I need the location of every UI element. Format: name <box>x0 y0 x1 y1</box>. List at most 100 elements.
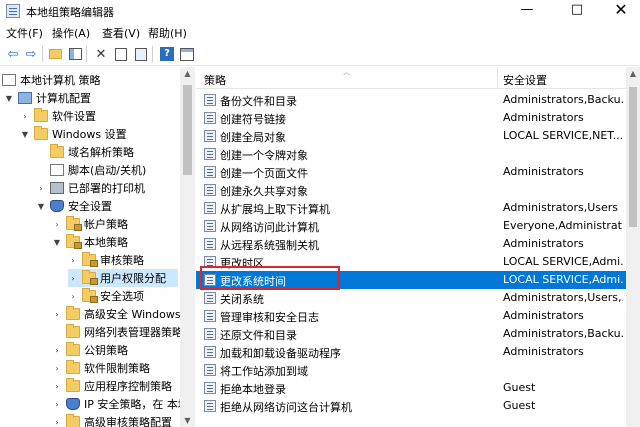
tree-item-name-resolution-policy[interactable]: 域名解析策略 <box>36 143 134 161</box>
tree-item-deployed-printers[interactable]: › 已部署的打印机 <box>36 179 145 197</box>
list-scrollbar[interactable]: ▲ <box>626 67 640 427</box>
policy-icon <box>2 74 16 86</box>
list-row[interactable]: 创建一个令牌对象 <box>196 145 626 163</box>
list-row[interactable]: 关闭系统 Administrators,Users,... <box>196 289 626 307</box>
tree-item-windows-settings[interactable]: ▼ Windows 设置 <box>20 125 127 143</box>
tree-scrollbar[interactable]: ▲ ▼ <box>180 67 195 427</box>
close-button[interactable]: ✕ <box>598 0 640 22</box>
tree-item-public-key-policies[interactable]: › 公钥策略 <box>52 341 128 359</box>
tree-item-user-rights-assignment[interactable]: › 用户权限分配 <box>68 269 178 287</box>
list-row[interactable]: 管理审核和安全日志 Administrators <box>196 307 626 325</box>
expand-arrow-icon[interactable]: › <box>52 346 62 355</box>
list-row[interactable]: 创建永久共享对象 <box>196 181 626 199</box>
list-header: ︿ 策略 安全设置 <box>196 67 626 89</box>
tree-item-security-options[interactable]: › 安全选项 <box>68 287 144 305</box>
list-row[interactable]: 将工作站添加到域 <box>196 361 626 379</box>
collapse-arrow-icon[interactable]: ▼ <box>36 202 46 211</box>
help-icon[interactable]: ? <box>158 45 176 63</box>
show-tree-icon[interactable] <box>66 45 84 63</box>
list-row[interactable]: 加载和卸载设备驱动程序 Administrators <box>196 343 626 361</box>
scroll-up-arrow-icon[interactable]: ▲ <box>626 69 640 78</box>
policy-item-icon <box>204 166 216 178</box>
expand-arrow-icon[interactable]: › <box>68 274 78 283</box>
expand-arrow-icon[interactable]: › <box>36 184 46 193</box>
expand-arrow-icon[interactable]: › <box>52 418 62 427</box>
tree-item-label: 计算机配置 <box>36 92 91 105</box>
tree-item-software-restriction[interactable]: › 软件限制策略 <box>52 359 150 377</box>
tree-item-local-policies[interactable]: ▼ 本地策略 <box>52 233 128 251</box>
list-row[interactable]: 创建符号链接 Administrators <box>196 109 626 127</box>
expand-arrow-icon[interactable]: › <box>20 112 30 121</box>
column-header-policy[interactable]: 策略 <box>204 72 226 88</box>
list-row[interactable]: 从扩展坞上取下计算机 Administrators,Users <box>196 199 626 217</box>
export-icon[interactable] <box>132 45 150 63</box>
forward-icon[interactable]: ⇨ <box>22 45 40 63</box>
back-icon[interactable]: ⇦ <box>4 45 22 63</box>
tree-item-app-control[interactable]: › 应用程序控制策略 <box>52 377 172 395</box>
tree-item-computer-config[interactable]: ▼ 计算机配置 <box>4 89 91 107</box>
policy-item-icon <box>204 148 216 160</box>
expand-arrow-icon[interactable]: › <box>52 310 62 319</box>
list-row[interactable]: 拒绝从网络访问这台计算机 Guest <box>196 397 626 415</box>
list-row[interactable]: 还原文件和目录 Administrators,Backu... <box>196 325 626 343</box>
scroll-down-arrow-icon[interactable]: ▼ <box>180 416 195 425</box>
folder-icon <box>66 414 80 427</box>
expand-arrow-icon[interactable]: › <box>68 292 78 301</box>
policy-name: 创建全局对象 <box>220 131 286 144</box>
list-row[interactable]: 创建全局对象 LOCAL SERVICE,NET... <box>196 127 626 145</box>
toolbar: ⇦ ⇨ ✕ ? <box>0 42 640 66</box>
policy-name: 创建永久共享对象 <box>220 185 308 198</box>
security-setting-value: LOCAL SERVICE,NET... <box>503 129 623 142</box>
tree-item-label: 网络列表管理器策略 <box>84 326 183 339</box>
minimize-button[interactable]: — <box>504 0 550 22</box>
scrollbar-thumb[interactable] <box>629 87 637 227</box>
tree-item-label: 公钥策略 <box>84 344 128 357</box>
sort-ascending-icon: ︿ <box>343 68 350 76</box>
list-row[interactable]: 创建一个页面文件 Administrators <box>196 163 626 181</box>
security-setting-value: Guest <box>503 381 536 394</box>
tree-item-software-settings[interactable]: › 软件设置 <box>20 107 96 125</box>
collapse-arrow-icon[interactable]: ▼ <box>4 94 14 103</box>
tree-item-network-list-manager[interactable]: 网络列表管理器策略 <box>52 323 183 341</box>
expand-arrow-icon[interactable]: › <box>52 220 62 229</box>
collapse-arrow-icon[interactable]: ▼ <box>20 130 30 139</box>
scrollbar-thumb[interactable] <box>183 85 192 175</box>
folder-icon <box>66 324 80 338</box>
tree-item-account-policies[interactable]: › 帐户策略 <box>52 215 128 233</box>
expand-arrow-icon[interactable]: › <box>68 256 78 265</box>
folder-icon <box>34 126 48 140</box>
up-folder-icon[interactable] <box>46 45 64 63</box>
list-row[interactable]: 拒绝本地登录 Guest <box>196 379 626 397</box>
tree-item-scripts[interactable]: 脚本(启动/关机) <box>36 161 146 179</box>
expand-arrow-icon[interactable]: › <box>52 382 62 391</box>
security-setting-value: Administrators,Backu... <box>503 327 623 340</box>
list-row[interactable]: 备份文件和目录 Administrators,Backu... <box>196 91 626 109</box>
tree-item-advanced-audit[interactable]: › 高级审核策略配置 <box>52 413 172 427</box>
properties-icon[interactable] <box>112 45 130 63</box>
list-row[interactable]: 从远程系统强制关机 Administrators <box>196 235 626 253</box>
tree-item-windows-firewall[interactable]: › 高级安全 Windows <box>52 305 181 323</box>
tree-item-local-computer-policy[interactable]: 本地计算机 策略 <box>2 71 101 89</box>
toolbar-separator <box>86 46 87 62</box>
menu-help[interactable]: 帮助(H) <box>148 25 187 41</box>
delete-icon[interactable]: ✕ <box>92 45 110 63</box>
security-setting-value: Administrators <box>503 345 584 358</box>
list-row[interactable]: 从网络访问此计算机 Everyone,Administrat... <box>196 217 626 235</box>
tree-item-ip-security[interactable]: › IP 安全策略，在 本地 <box>52 395 189 413</box>
tree-item-audit-policy[interactable]: › 审核策略 <box>68 251 144 269</box>
tree-item-security-settings[interactable]: ▼ 安全设置 <box>36 197 112 215</box>
menu-action[interactable]: 操作(A) <box>52 25 90 41</box>
expand-arrow-icon[interactable]: › <box>52 400 62 409</box>
expand-arrow-icon[interactable]: › <box>52 364 62 373</box>
console-icon[interactable] <box>178 45 196 63</box>
collapse-arrow-icon[interactable]: ▼ <box>52 238 62 247</box>
folder-icon <box>66 360 80 374</box>
column-header-security-setting[interactable]: 安全设置 <box>503 72 547 88</box>
column-divider[interactable] <box>497 67 498 89</box>
policy-item-icon <box>204 346 216 358</box>
maximize-button[interactable]: □ <box>554 0 600 22</box>
menu-file[interactable]: 文件(F) <box>6 25 43 41</box>
scroll-up-arrow-icon[interactable]: ▲ <box>180 69 195 78</box>
menu-view[interactable]: 查看(V) <box>102 25 140 41</box>
printer-icon <box>50 182 64 194</box>
